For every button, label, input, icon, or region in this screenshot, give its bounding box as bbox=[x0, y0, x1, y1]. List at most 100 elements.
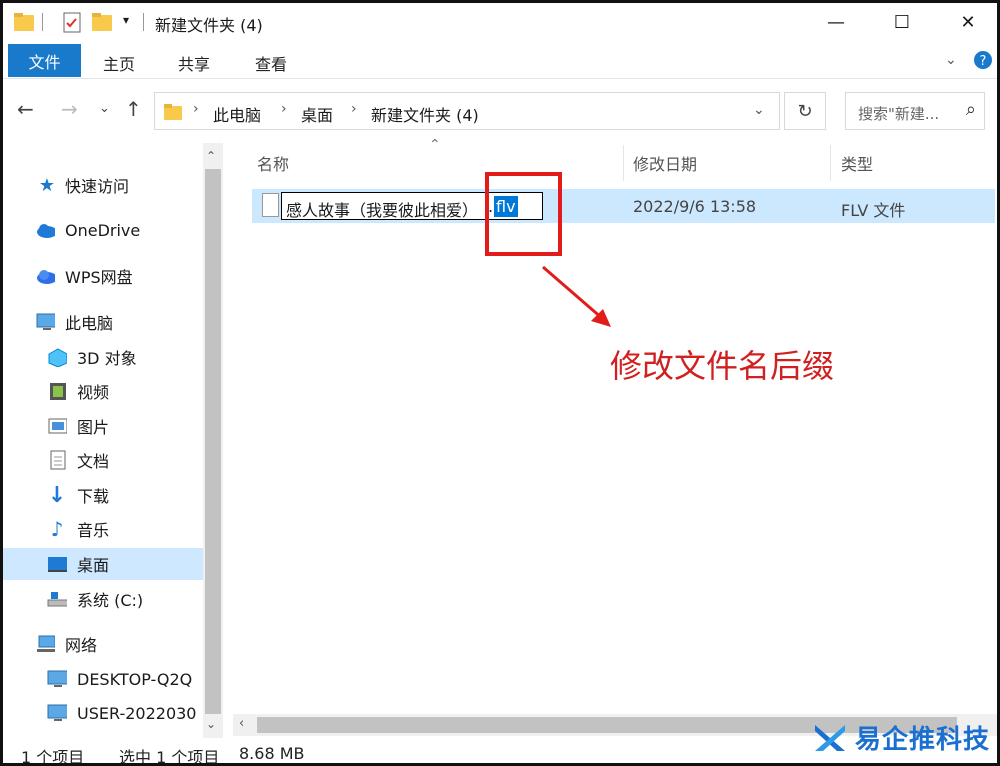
music-icon: ♪ bbox=[50, 517, 64, 541]
tab-home[interactable]: 主页 bbox=[103, 51, 135, 75]
address-bar[interactable]: › 此电脑 › 桌面 › 新建文件夹 (4) ⌄ bbox=[154, 92, 780, 130]
recent-locations-icon[interactable]: ⌄ bbox=[99, 101, 110, 116]
sidebar-item-label: 系统 (C:) bbox=[77, 591, 144, 610]
svg-text:?: ? bbox=[980, 54, 987, 69]
scroll-left-icon[interactable]: ‹ bbox=[239, 716, 244, 731]
minimize-button[interactable]: — bbox=[813, 7, 859, 37]
document-icon bbox=[50, 450, 66, 470]
sidebar-item-label: 桌面 bbox=[77, 556, 110, 575]
column-header-type[interactable]: 类型 bbox=[841, 151, 873, 175]
tab-share[interactable]: 共享 bbox=[178, 51, 210, 75]
file-modified-date: 2022/9/6 13:58 bbox=[633, 197, 757, 216]
scroll-up-icon[interactable]: ⌃ bbox=[206, 149, 216, 163]
sidebar-item-documents[interactable]: 文档 bbox=[3, 444, 203, 476]
sidebar-item-music[interactable]: ♪ 音乐 bbox=[3, 513, 203, 545]
refresh-icon: ↻ bbox=[797, 100, 813, 122]
annotation-arrow-icon bbox=[542, 265, 611, 327]
help-icon[interactable]: ? bbox=[973, 50, 993, 70]
sidebar-item-label: DESKTOP-Q2Q bbox=[77, 669, 193, 689]
sidebar-scrollbar[interactable]: ⌃ ⌄ bbox=[203, 143, 223, 738]
breadcrumb-desktop[interactable]: 桌面 bbox=[301, 102, 333, 126]
status-size: 8.68 MB bbox=[239, 744, 305, 763]
navigation-bar: ← → ⌄ ↑ › 此电脑 › 桌面 › 新建文件夹 (4) ⌄ ↻ 搜索"新建… bbox=[3, 87, 997, 135]
desktop-icon bbox=[48, 557, 67, 572]
ribbon: 文件 主页 共享 查看 ⌄ ? bbox=[3, 41, 997, 79]
breadcrumb-this-pc[interactable]: 此电脑 bbox=[213, 102, 261, 126]
sidebar-item-wps[interactable]: WPS网盘 bbox=[3, 260, 203, 292]
qa-divider bbox=[143, 13, 144, 31]
breadcrumb-separator: › bbox=[281, 101, 287, 117]
forward-icon[interactable]: → bbox=[61, 97, 78, 121]
sidebar-item-label: 文档 bbox=[77, 452, 110, 471]
sidebar-item-label: 视频 bbox=[77, 383, 110, 402]
search-box[interactable]: 搜索"新建... ⌕ bbox=[845, 92, 985, 130]
qa-dropdown-icon[interactable]: ▾ bbox=[123, 13, 129, 27]
sidebar-item-this-pc[interactable]: 此电脑 bbox=[3, 306, 203, 338]
sidebar-item-onedrive[interactable]: OneDrive bbox=[3, 214, 203, 246]
maximize-button[interactable]: ☐ bbox=[879, 7, 925, 37]
sidebar-item-label: WPS网盘 bbox=[65, 268, 133, 287]
expand-ribbon-icon[interactable]: ⌄ bbox=[945, 52, 957, 68]
properties-icon[interactable] bbox=[61, 11, 83, 33]
refresh-button[interactable]: ↻ bbox=[784, 92, 826, 130]
computer-icon bbox=[36, 313, 55, 330]
address-dropdown-icon[interactable]: ⌄ bbox=[753, 102, 765, 118]
sidebar-item-label: 快速访问 bbox=[65, 177, 130, 196]
star-icon: ★ bbox=[38, 174, 56, 196]
sidebar-item-label: USER-2022030 bbox=[77, 703, 197, 723]
sidebar-item-quick-access[interactable]: ★ 快速访问 bbox=[3, 169, 203, 201]
sidebar-item-label: 此电脑 bbox=[65, 314, 114, 333]
qa-divider bbox=[42, 13, 43, 31]
sidebar-item-desktop-q2q[interactable]: DESKTOP-Q2Q bbox=[3, 663, 203, 695]
drive-icon bbox=[47, 592, 67, 607]
sidebar-item-label: 网络 bbox=[65, 636, 98, 655]
sidebar-item-label: 图片 bbox=[77, 418, 110, 437]
column-header-name[interactable]: 名称 bbox=[257, 151, 289, 175]
up-icon[interactable]: ↑ bbox=[125, 97, 142, 121]
network-icon bbox=[37, 635, 55, 652]
scroll-down-icon[interactable]: ⌄ bbox=[206, 717, 216, 731]
new-folder-icon[interactable] bbox=[91, 11, 113, 33]
wps-cloud-icon bbox=[37, 270, 55, 284]
window-title: 新建文件夹 (4) bbox=[155, 16, 263, 35]
tab-file[interactable]: 文件 bbox=[8, 44, 81, 77]
folder-icon[interactable] bbox=[13, 11, 35, 33]
search-icon: ⌕ bbox=[965, 99, 976, 120]
sidebar-item-network[interactable]: 网络 bbox=[3, 628, 203, 660]
annotation-text: 修改文件名后缀 bbox=[610, 347, 835, 385]
sidebar-item-pictures[interactable]: 图片 bbox=[3, 410, 203, 442]
sidebar-item-label: 3D 对象 bbox=[77, 349, 137, 368]
column-header-date[interactable]: 修改日期 bbox=[633, 151, 697, 175]
picture-icon bbox=[48, 418, 67, 434]
sidebar-item-downloads[interactable]: ↓ 下载 bbox=[3, 479, 203, 511]
logo-icon bbox=[815, 724, 845, 751]
search-placeholder: 搜索"新建... bbox=[858, 105, 940, 123]
navigation-pane: ★ 快速访问 OneDrive WPS网盘 此电脑 3D 对象 视频 图片 文档… bbox=[3, 143, 203, 738]
file-type: FLV 文件 bbox=[841, 201, 906, 220]
tab-view[interactable]: 查看 bbox=[255, 51, 287, 75]
sidebar-item-desktop[interactable]: 桌面 bbox=[3, 548, 203, 580]
status-selected-count: 选中 1 个项目 bbox=[119, 748, 220, 766]
sidebar-item-3d-objects[interactable]: 3D 对象 bbox=[3, 341, 203, 373]
watermark-text: 易企推科技 bbox=[855, 725, 991, 755]
breadcrumb-folder[interactable]: 新建文件夹 (4) bbox=[371, 102, 479, 126]
sidebar-item-label: 下载 bbox=[77, 487, 110, 506]
cube-icon bbox=[48, 348, 67, 367]
breadcrumb-separator: › bbox=[193, 101, 199, 117]
sidebar-item-user-2022030[interactable]: USER-2022030 bbox=[3, 697, 203, 729]
scroll-thumb[interactable] bbox=[205, 169, 221, 714]
status-item-count: 1 个项目 bbox=[21, 748, 85, 766]
column-divider[interactable] bbox=[623, 145, 624, 181]
sidebar-item-label: OneDrive bbox=[65, 220, 141, 240]
back-icon[interactable]: ← bbox=[17, 97, 34, 121]
breadcrumb-separator: › bbox=[351, 101, 357, 117]
close-button[interactable]: ✕ bbox=[945, 7, 991, 37]
column-divider[interactable] bbox=[830, 145, 831, 181]
sidebar-item-system-drive[interactable]: 系统 (C:) bbox=[3, 583, 203, 615]
file-icon bbox=[262, 193, 279, 217]
highlight-box bbox=[485, 172, 562, 256]
download-icon: ↓ bbox=[47, 482, 67, 508]
sidebar-item-videos[interactable]: 视频 bbox=[3, 375, 203, 407]
video-icon bbox=[50, 383, 66, 400]
title-bar: ▾ 新建文件夹 (4) — ☐ ✕ bbox=[3, 3, 997, 41]
